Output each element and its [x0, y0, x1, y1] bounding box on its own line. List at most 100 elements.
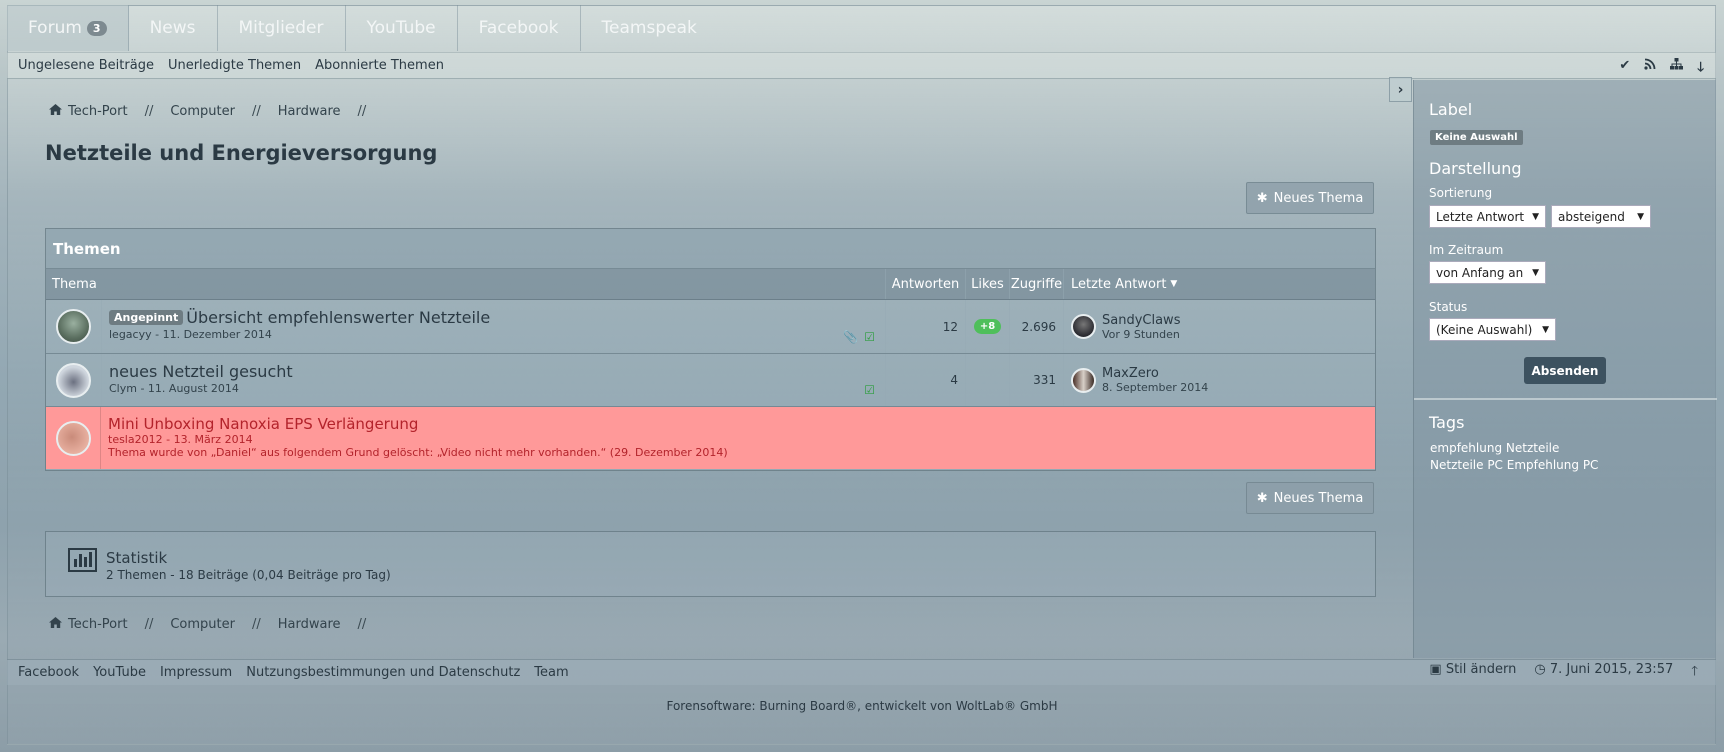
check-icon[interactable]: ✔ — [1619, 58, 1630, 80]
arrow-up-icon[interactable]: 🡑 — [1691, 662, 1698, 684]
breadcrumb-item[interactable]: Tech-Port — [68, 617, 128, 632]
column-zugriffe[interactable]: Zugriffe — [1009, 269, 1063, 299]
sort-desc-icon: ▼ — [1170, 279, 1178, 289]
change-style-link[interactable]: ▣ Stil ändern — [1429, 662, 1516, 684]
tags-heading: Tags — [1429, 413, 1465, 432]
deleted-note: Thema wurde von „Daniel“ aus folgendem G… — [108, 446, 728, 459]
table-row-deleted[interactable]: Mini Unboxing Nanoxia EPS Verlängerung t… — [46, 407, 1375, 469]
tag-link[interactable]: Netzteile PC Empfehlung PC — [1430, 458, 1598, 472]
new-topic-label: Neues Thema — [1273, 190, 1364, 206]
sub-navigation: Ungelesene Beiträge Unerledigte Themen A… — [7, 52, 1716, 79]
footer-link-terms[interactable]: Nutzungsbestimmungen und Datenschutz — [246, 665, 520, 680]
topic-meta: tesla2012 - 13. März 2014 — [108, 433, 253, 446]
new-topic-button-bottom[interactable]: ✱ Neues Thema — [1246, 482, 1374, 514]
last-post-user-link[interactable]: SandyClaws — [1102, 313, 1180, 328]
sort-label: Sortierung — [1429, 186, 1493, 200]
breadcrumb-item[interactable]: Tech-Port — [68, 104, 128, 119]
tab-news[interactable]: News — [129, 5, 218, 51]
unsolved-topics-link[interactable]: Unerledigte Themen — [168, 58, 301, 73]
breadcrumb-separator: // — [144, 617, 154, 632]
column-thema[interactable]: Thema — [46, 269, 885, 299]
statistics-detail: 2 Themen - 18 Beiträge (0,04 Beiträge pr… — [106, 568, 391, 582]
breadcrumb-separator: // — [357, 617, 367, 632]
rss-icon[interactable] — [1644, 58, 1656, 80]
sort-field-select[interactable]: Letzte Antwort ▼ — [1429, 205, 1546, 228]
table-row[interactable]: neues Netzteil gesucht Clym - 11. August… — [46, 354, 1375, 407]
avatar[interactable] — [56, 362, 91, 398]
table-row[interactable]: Angepinnt Übersicht empfehlenswerter Netz… — [46, 300, 1375, 354]
breadcrumb-item[interactable]: Computer — [170, 104, 235, 119]
last-post-avatar[interactable] — [1071, 367, 1096, 393]
tab-forum-label: Forum — [28, 18, 82, 38]
sidebar-toggle-chevron-icon[interactable]: › — [1389, 77, 1412, 102]
new-topic-button[interactable]: ✱ Neues Thema — [1246, 182, 1374, 214]
avatar[interactable] — [55, 420, 91, 456]
image-icon: ▣ — [1429, 661, 1442, 677]
breadcrumb-item[interactable]: Hardware — [278, 617, 341, 632]
likes-cell — [965, 354, 1009, 406]
main-navigation: Forum 3 News Mitglieder YouTube Facebook… — [7, 5, 1716, 51]
change-style-label: Stil ändern — [1445, 661, 1517, 677]
clock-icon: ◷ — [1534, 661, 1546, 677]
sort-order-select[interactable]: absteigend ▼ — [1551, 205, 1651, 228]
topic-title-link[interactable]: Mini Unboxing Nanoxia EPS Verlängerung — [108, 415, 1375, 433]
avatar[interactable] — [56, 309, 91, 344]
column-likes[interactable]: Likes — [965, 269, 1009, 299]
solved-check-icon: ☑ — [864, 330, 875, 344]
submit-button[interactable]: Absenden — [1524, 357, 1606, 384]
asterisk-icon: ✱ — [1256, 190, 1268, 206]
arrow-down-icon[interactable]: 🡓 — [1697, 58, 1704, 80]
paperclip-icon: 📎 — [843, 330, 859, 344]
replies-count: 4 — [885, 354, 965, 406]
tab-teamspeak[interactable]: Teamspeak — [581, 5, 718, 51]
copyright: Forensoftware: Burning Board®, entwickel… — [666, 699, 1058, 713]
breadcrumb-item[interactable]: Hardware — [278, 104, 341, 119]
unread-posts-link[interactable]: Ungelesene Beiträge — [18, 58, 154, 73]
subscribed-topics-link[interactable]: Abonnierte Themen — [315, 58, 444, 73]
topic-meta: Clym - 11. August 2014 — [109, 382, 239, 395]
tag-link[interactable]: empfehlung Netzteile — [1430, 441, 1559, 455]
topic-cell: Mini Unboxing Nanoxia EPS Verlängerung t… — [101, 407, 1375, 469]
chevron-down-icon: ▼ — [1542, 324, 1549, 335]
topic-cell: neues Netzteil gesucht Clym - 11. August… — [101, 354, 885, 406]
topic-icons: ☑ — [864, 383, 875, 397]
footer-right: ▣ Stil ändern ◷ 7. Juni 2015, 23:57 🡑 — [1429, 662, 1698, 684]
views-count: 2.696 — [1009, 300, 1063, 353]
column-letzte-antwort[interactable]: Letzte Antwort ▼ — [1063, 269, 1375, 299]
asterisk-icon: ✱ — [1256, 490, 1268, 506]
topic-title-link[interactable]: neues Netzteil gesucht — [109, 362, 885, 381]
last-post-user-link[interactable]: MaxZero — [1102, 366, 1208, 381]
breadcrumb-item[interactable]: Computer — [170, 617, 235, 632]
status-label: Status — [1429, 300, 1468, 314]
page-title: Netzteile und Energieversorgung — [45, 141, 438, 165]
period-label: Im Zeitraum — [1429, 243, 1504, 257]
unread-count-badge: 3 — [86, 20, 107, 36]
avatar-cell — [46, 300, 101, 353]
last-post-avatar[interactable] — [1071, 314, 1096, 339]
tab-label: YouTube — [366, 18, 436, 38]
tab-facebook[interactable]: Facebook — [458, 5, 581, 51]
solved-check-icon: ☑ — [864, 383, 875, 397]
column-antworten[interactable]: Antworten — [885, 269, 965, 299]
tab-youtube[interactable]: YouTube — [346, 5, 458, 51]
label-filter-pill[interactable]: Keine Auswahl — [1430, 130, 1523, 145]
tab-forum[interactable]: Forum 3 — [7, 5, 129, 51]
footer-link-impressum[interactable]: Impressum — [160, 665, 232, 680]
status-value: (Keine Auswahl) — [1436, 322, 1533, 337]
sidebar: Label Keine Auswahl Darstellung Sortieru… — [1413, 80, 1717, 658]
footer-link-team[interactable]: Team — [534, 665, 568, 680]
tab-label: Teamspeak — [601, 18, 697, 38]
status-select[interactable]: (Keine Auswahl) ▼ — [1429, 318, 1556, 341]
topic-title-link[interactable]: Übersicht empfehlenswerter Netzteile — [186, 308, 490, 327]
tab-mitglieder[interactable]: Mitglieder — [218, 5, 346, 51]
topic-cell: Angepinnt Übersicht empfehlenswerter Netz… — [101, 300, 885, 353]
last-post-time: Vor 9 Stunden — [1102, 327, 1180, 341]
footer-navigation: Facebook YouTube Impressum Nutzungsbesti… — [7, 659, 1716, 685]
period-select[interactable]: von Anfang an ▼ — [1429, 261, 1546, 284]
subnav-icons: ✔ 🡓 — [1619, 58, 1704, 80]
footer-link-facebook[interactable]: Facebook — [18, 665, 79, 680]
avatar-cell — [46, 354, 101, 406]
likes-cell: +8 — [965, 300, 1009, 353]
sitemap-icon[interactable] — [1670, 58, 1684, 80]
footer-link-youtube[interactable]: YouTube — [93, 665, 146, 680]
